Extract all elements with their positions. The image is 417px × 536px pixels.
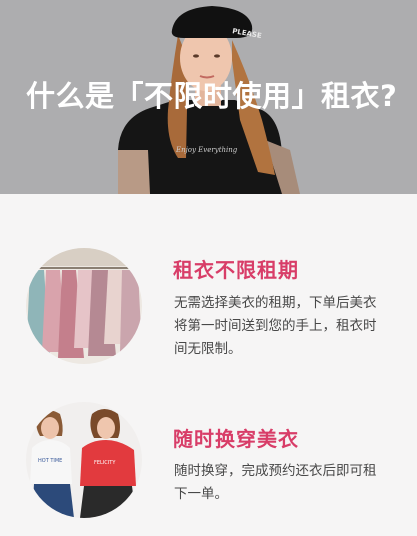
feature-title: 随时换穿美衣 [173,427,299,451]
shirt-text: Enjoy Everything [175,146,238,154]
models-outfits-image: HOT TIME FELICITY [26,402,142,518]
svg-text:FELICITY: FELICITY [94,460,116,466]
clothes-rack-image [26,248,142,364]
feature-switch-anytime: HOT TIME FELICITY 随时换穿美衣 随时换穿，完成预约还衣后即可租… [0,400,417,520]
feature-description: 随时换穿，完成预约还衣后即可租下一单。 [174,463,377,502]
feature-unlimited-rental: 租衣不限租期 无需选择美衣的租期，下单后美衣将第一时间送到您的手上，租衣时间无限… [0,246,417,366]
feature-title: 租衣不限租期 [173,258,299,282]
feature-description: 无需选择美衣的租期，下单后美衣将第一时间送到您的手上，租衣时间无限制。 [174,295,377,357]
svg-text:HOT TIME: HOT TIME [38,458,62,464]
hero-title: 什么是「不限时使用」租衣? [26,79,398,113]
hero-banner: PLEASE Enjoy Everything 什么是「不限时使用」租衣? [0,0,417,194]
